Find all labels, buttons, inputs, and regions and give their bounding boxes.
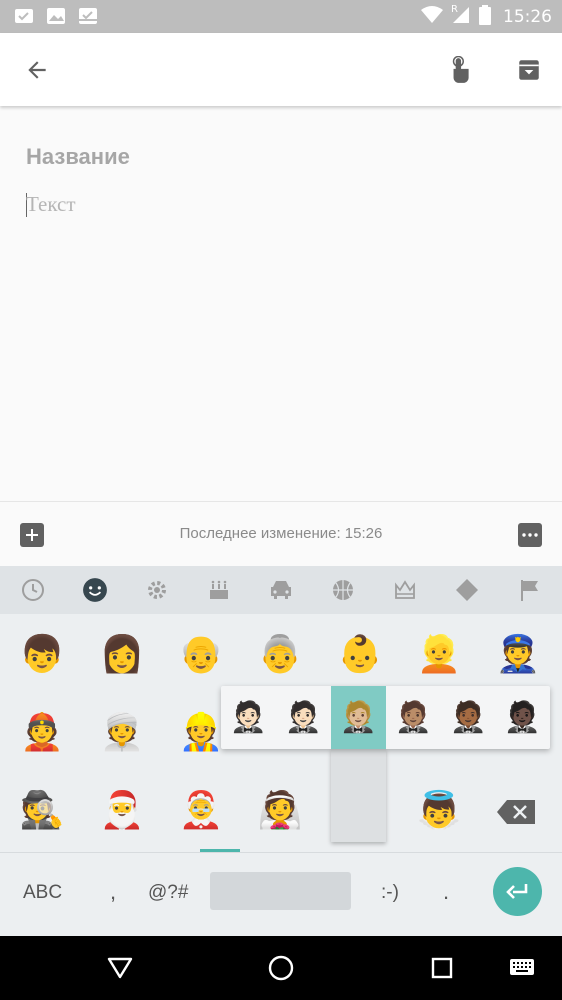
symbols-key[interactable]: @?# (148, 882, 188, 904)
archive-icon (519, 60, 539, 80)
touch-mode-button[interactable] (440, 50, 480, 90)
emoji-key[interactable]: 👮 (478, 616, 558, 694)
category-transport[interactable] (250, 566, 312, 614)
note-title-field[interactable]: Название (26, 144, 130, 170)
skin-tone-option[interactable]: 🤵🏿 (495, 686, 550, 749)
more-horizontal-icon (522, 533, 538, 537)
square-recents-icon (431, 957, 453, 979)
note-text-field[interactable]: Текст (26, 192, 76, 217)
battery-icon (479, 5, 491, 29)
note-bottom-bar: Последнее изменение: 15:26 (0, 501, 562, 566)
keyboard-bottom-row: ABC , @?# :-) . (0, 852, 562, 936)
gallery-notification-icon (46, 6, 66, 30)
app-bar (0, 33, 562, 106)
category-celebration[interactable] (188, 566, 250, 614)
skin-tone-popup: 🤵🏻 🤵🏻 🤵🏼 🤵🏽 🤵🏾 🤵🏿 (221, 686, 550, 749)
flag-icon (521, 580, 538, 601)
emoji-key[interactable]: 👶 (320, 616, 400, 694)
enter-arrow-icon (505, 883, 527, 899)
category-symbols[interactable] (374, 566, 436, 614)
note-editor[interactable]: Название Текст (0, 106, 562, 501)
gear-icon (148, 581, 166, 599)
status-time: 15:26 (503, 7, 552, 27)
skin-tone-option[interactable]: 🤵🏽 (386, 686, 441, 749)
emoji-key[interactable]: 👲 (2, 694, 82, 772)
triangle-back-icon (107, 957, 133, 979)
category-recent[interactable] (2, 566, 64, 614)
cake-icon (210, 580, 228, 599)
category-sports[interactable] (312, 566, 374, 614)
nav-recents-button[interactable] (426, 952, 458, 984)
roaming-indicator: R (451, 4, 458, 15)
keyboard-switch-button[interactable] (506, 954, 538, 982)
emoji-key[interactable]: 👵 (240, 616, 320, 694)
basketball-icon (333, 580, 353, 600)
enter-key[interactable] (493, 867, 542, 916)
emoticon-key[interactable]: :-) (381, 882, 399, 904)
category-objects[interactable] (126, 566, 188, 614)
comma-key[interactable]: , (110, 879, 116, 905)
emoji-key[interactable]: 👴 (161, 616, 241, 694)
circle-home-icon (268, 955, 294, 981)
emoji-key[interactable]: 👱 (399, 616, 479, 694)
emoji-key[interactable]: 🕵 (2, 772, 82, 850)
back-button[interactable] (17, 50, 57, 90)
emoji-key[interactable]: 👳 (82, 694, 162, 772)
wifi-icon (421, 6, 443, 28)
category-diamond[interactable] (436, 566, 498, 614)
emoji-key[interactable]: 🎅 (82, 772, 162, 850)
emoji-key[interactable]: 👩 (82, 616, 162, 694)
status-bar: R 15:26 (0, 0, 562, 33)
nav-home-button[interactable] (265, 952, 297, 984)
space-key[interactable] (210, 872, 351, 910)
last-modified-text: Последнее изменение: 15:26 (179, 525, 383, 542)
more-options-button[interactable] (518, 523, 542, 547)
emoji-category-bar (0, 566, 562, 614)
skin-tone-popup-anchor (331, 749, 386, 842)
backspace-icon (497, 800, 535, 824)
diamond-icon (456, 579, 478, 601)
crown-icon (395, 580, 415, 599)
keyboard-switch-icon (510, 959, 534, 975)
emoji-key[interactable]: 👰 (240, 772, 320, 850)
arrow-left-icon (28, 61, 46, 79)
nav-back-button[interactable] (104, 952, 136, 984)
emoji-key[interactable]: 👦 (2, 616, 82, 694)
checklist-notification-icon (14, 6, 34, 30)
emoji-keyboard: 👦 👩 👴 👵 👶 👱 👮 👲 👳 👷 🕵 🎅 🤶 👰 👼 ABC , @?# … (0, 566, 562, 936)
skin-tone-option[interactable]: 🤵🏻 (276, 686, 331, 749)
navigation-bar (0, 936, 562, 1000)
category-smileys[interactable] (64, 566, 126, 614)
emoji-key[interactable]: 👼 (399, 772, 479, 850)
cellular-signal-icon: R (451, 4, 471, 28)
backspace-key[interactable] (497, 800, 535, 824)
hand-pointer-icon (452, 56, 469, 83)
skin-tone-option[interactable]: 🤵🏾 (441, 686, 496, 749)
abc-key[interactable]: ABC (23, 882, 62, 904)
category-flags[interactable] (498, 566, 560, 614)
emoji-key[interactable]: 🤶 (161, 772, 241, 850)
car-icon (271, 581, 291, 599)
smiley-face-icon (83, 578, 107, 602)
skin-tone-option-selected[interactable]: 🤵🏼 (331, 686, 386, 749)
period-key[interactable]: . (443, 879, 449, 905)
clock-icon (22, 579, 44, 601)
archive-button[interactable] (509, 50, 549, 90)
inbox-notification-icon (78, 6, 98, 30)
skin-tone-option[interactable]: 🤵🏻 (221, 686, 276, 749)
